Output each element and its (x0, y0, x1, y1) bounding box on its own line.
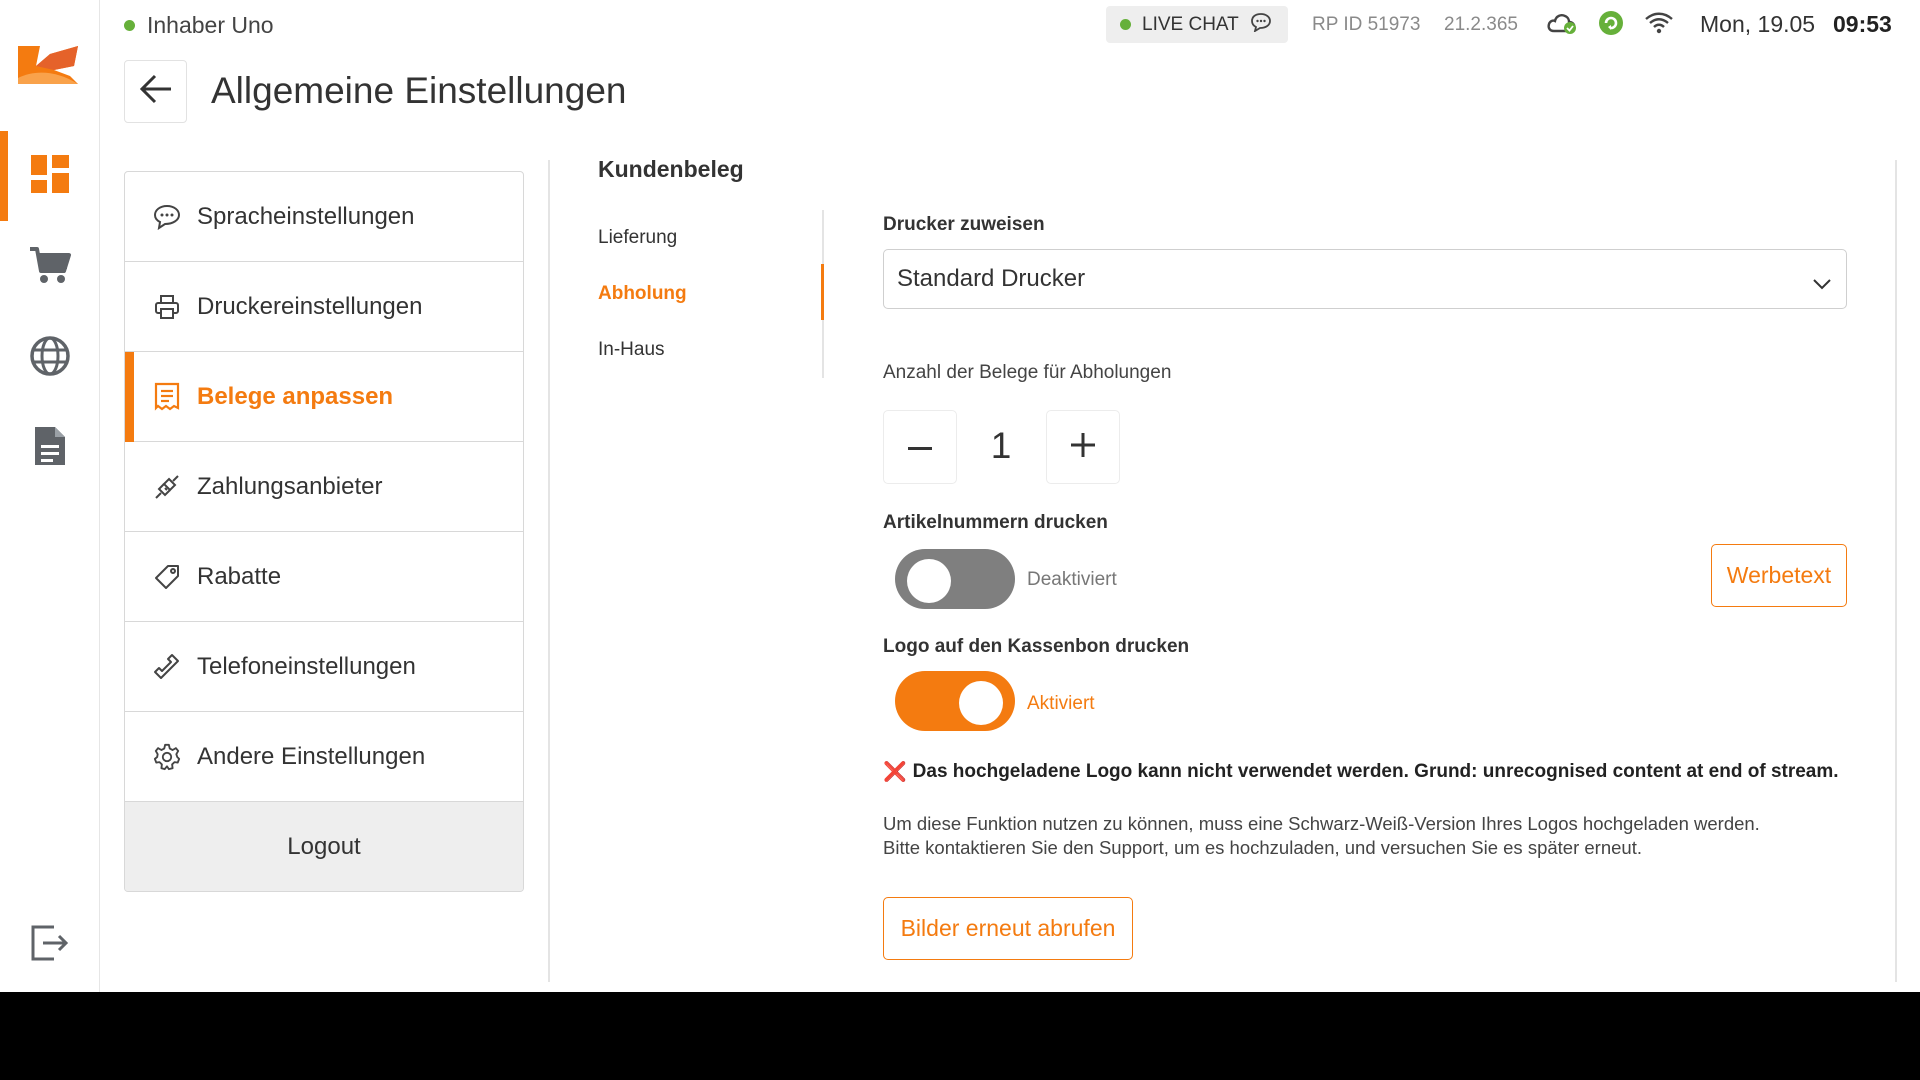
logo-error-message: ❌ Das hochgeladene Logo kann nicht verwe… (883, 760, 1839, 784)
logo-print-toggle[interactable] (895, 671, 1015, 731)
receipt-count-value: 1 (990, 425, 1012, 466)
owner-name: Inhaber Uno (147, 12, 274, 38)
menu-item-label: Druckereinstellungen (197, 292, 423, 320)
rp-id: RP ID 51973 (1312, 14, 1421, 35)
current-time: 09:53 (1833, 11, 1892, 37)
menu-item-label: Rabatte (197, 562, 282, 590)
article-numbers-state: Deaktiviert (1027, 569, 1117, 590)
menu-item-phone[interactable]: Telefoneinstellungen (125, 622, 523, 712)
werbetext-button[interactable]: Werbetext (1711, 544, 1847, 607)
system-status-icons (1546, 10, 1674, 41)
rail-dashboard[interactable] (0, 131, 100, 221)
menu-item-receipts[interactable]: Belege anpassen (125, 352, 523, 442)
menu-item-other[interactable]: Andere Einstellungen (125, 712, 523, 802)
document-icon (33, 425, 67, 472)
plug-icon (153, 473, 181, 501)
dashboard-icon (31, 154, 69, 198)
online-status-dot (124, 20, 135, 31)
logo-print-state: Aktiviert (1027, 693, 1095, 714)
minus-icon (908, 438, 932, 456)
page-title: Allgemeine Einstellungen (211, 70, 627, 111)
live-chat-button[interactable]: LIVE CHAT (1106, 6, 1288, 43)
printer-select-value: Standard Drucker (897, 265, 1086, 292)
settings-menu: Spracheinstellungen Druckereinstellungen… (124, 171, 524, 892)
receipt-count-label: Anzahl der Belege für Abholungen (883, 362, 1172, 383)
menu-item-discounts[interactable]: Rabatte (125, 532, 523, 622)
column-divider (1895, 160, 1897, 982)
toggle-knob (959, 681, 1003, 725)
chevron-down-icon (1812, 270, 1832, 298)
gear-icon (153, 743, 181, 771)
error-cross-icon: ❌ (883, 762, 907, 783)
menu-item-language[interactable]: Spracheinstellungen (125, 172, 523, 262)
subnav-in-house[interactable]: In-Haus (598, 339, 665, 361)
app-version: 21.2.365 (1444, 14, 1518, 35)
sync-refresh-icon (1598, 10, 1624, 41)
logo-print-label: Logo auf den Kassenbon drucken (883, 636, 1190, 657)
logout-button[interactable]: Logout (125, 802, 523, 891)
rail-exit[interactable] (0, 900, 100, 990)
decrement-button[interactable] (883, 410, 957, 484)
subnav-delivery[interactable]: Lieferung (598, 227, 677, 249)
back-button[interactable] (124, 60, 187, 123)
column-divider (548, 160, 550, 982)
info-text-line: Bitte kontaktieren Sie den Support, um e… (883, 837, 1642, 858)
brand-logo (14, 40, 84, 92)
rail-web[interactable] (0, 313, 100, 403)
rail-orders[interactable] (0, 222, 100, 312)
menu-item-label: Zahlungsanbieter (197, 472, 383, 500)
menu-item-label: Spracheinstellungen (197, 202, 415, 230)
subnav-pickup[interactable]: Abholung (598, 283, 687, 305)
rail-documents[interactable] (0, 403, 100, 493)
left-rail (0, 0, 100, 992)
current-date: Mon, 19.05 (1700, 11, 1816, 37)
chat-status-dot (1120, 19, 1131, 30)
printer-label: Drucker zuweisen (883, 214, 1045, 235)
arrow-left-icon (139, 74, 173, 109)
app-window: Inhaber Uno LIVE CHAT RP ID 51973 21.2.3… (0, 0, 1920, 992)
menu-item-printer[interactable]: Druckereinstellungen (125, 262, 523, 352)
increment-button[interactable] (1046, 410, 1120, 484)
menu-item-payment[interactable]: Zahlungsanbieter (125, 442, 523, 532)
menu-item-label: Belege anpassen (197, 382, 394, 410)
printer-icon (153, 293, 181, 321)
section-title: Kundenbeleg (598, 156, 744, 182)
owner-status: Inhaber Uno (124, 12, 274, 39)
menu-item-label: Telefoneinstellungen (197, 652, 416, 680)
tag-icon (153, 563, 181, 591)
cart-icon (28, 245, 72, 290)
chat-bubble-icon (1250, 12, 1272, 38)
globe-icon (29, 335, 71, 382)
wifi-icon (1644, 12, 1674, 39)
article-numbers-toggle[interactable] (895, 549, 1015, 609)
plus-icon (1071, 432, 1095, 462)
article-numbers-label: Artikelnummern drucken (883, 512, 1108, 533)
subnav-active-indicator (821, 264, 824, 320)
toggle-knob (907, 559, 951, 603)
live-chat-label: LIVE CHAT (1142, 13, 1239, 35)
cloud-sync-icon (1546, 11, 1578, 40)
printer-select[interactable]: Standard Drucker (883, 249, 1847, 309)
chat-icon (153, 203, 181, 231)
refetch-images-button[interactable]: Bilder erneut abrufen (883, 897, 1133, 960)
top-bar: Inhaber Uno LIVE CHAT RP ID 51973 21.2.3… (100, 0, 1920, 50)
exit-icon (30, 924, 70, 967)
error-text: Das hochgeladene Logo kann nicht verwend… (912, 761, 1839, 782)
menu-item-label: Andere Einstellungen (197, 742, 426, 770)
phone-icon (153, 653, 181, 681)
receipt-icon (153, 382, 181, 411)
info-text-line: Um diese Funktion nutzen zu können, muss… (883, 813, 1760, 834)
